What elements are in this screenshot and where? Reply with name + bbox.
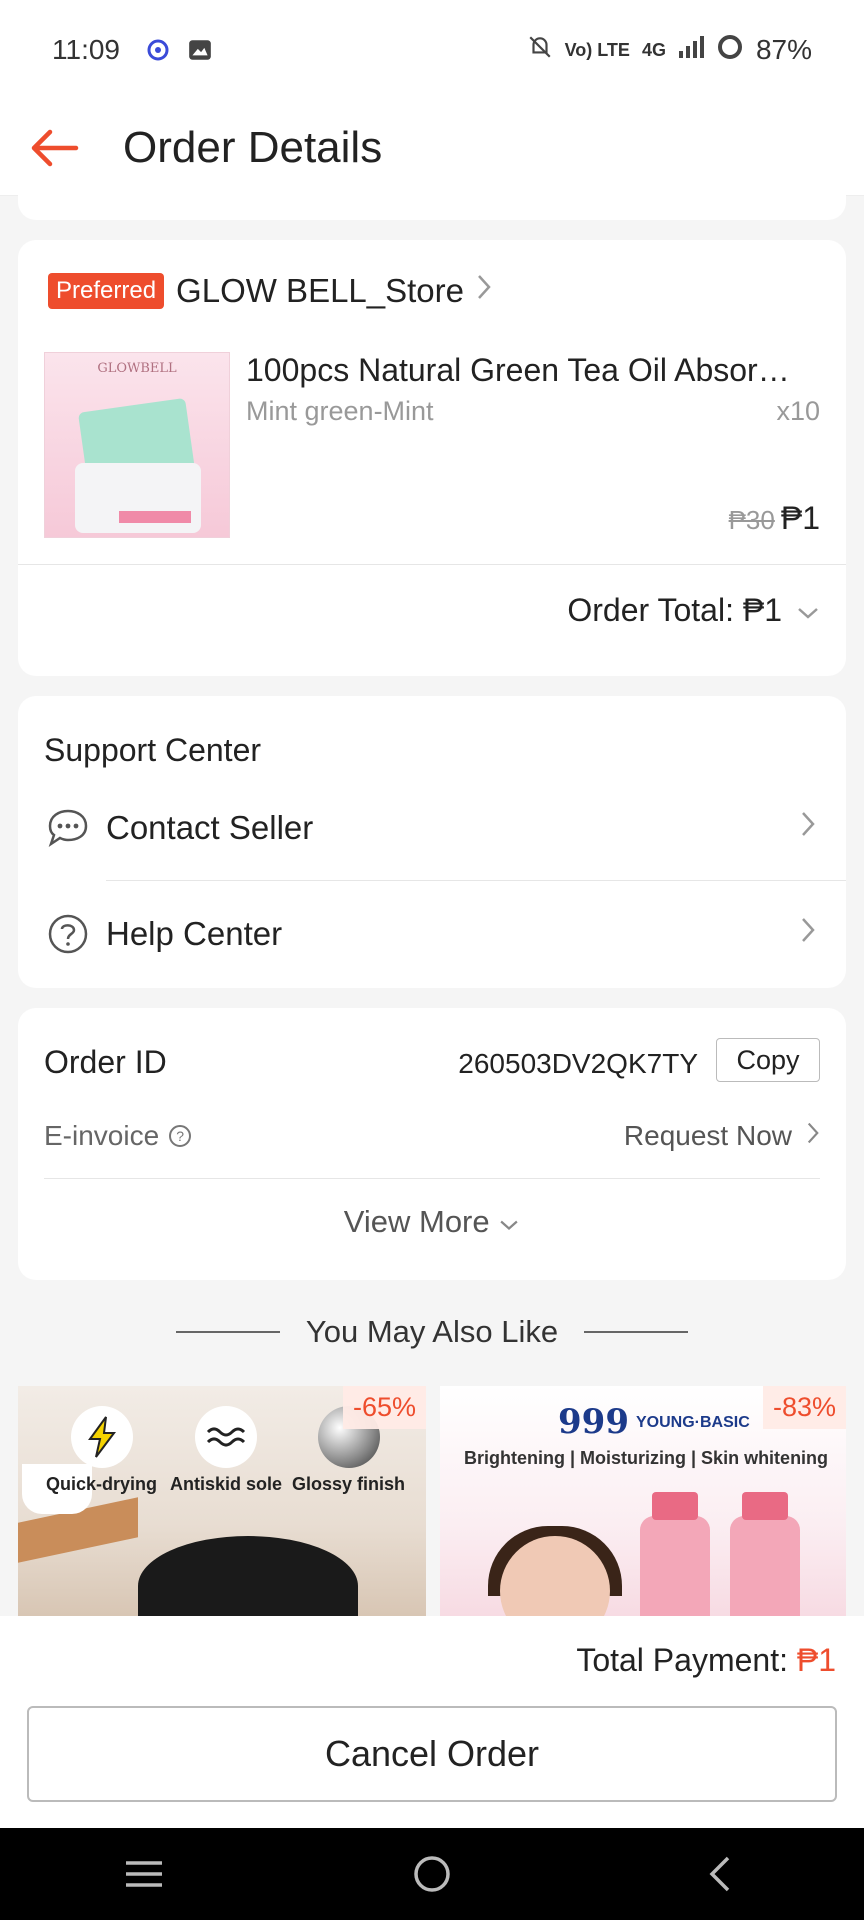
chevron-right-icon [806,1120,820,1152]
you-may-also-like-heading: You May Also Like [0,1312,864,1352]
store-name: GLOW BELL_Store [176,272,465,309]
support-center-card: Support Center Contact Seller Help Cente… [18,696,846,988]
copy-button[interactable]: Copy [716,1038,820,1082]
order-id-value: 260503DV2QK7TY [458,1048,698,1079]
divider [18,564,846,565]
bottle-cap [652,1492,698,1520]
feature-label: Quick-drying [46,1474,158,1494]
app-notification-icon [144,36,172,64]
product-image-label [119,511,191,523]
product-bottle-image [640,1492,710,1616]
mute-icon [527,34,553,67]
waves-icon [195,1406,258,1468]
request-now-label: Request Now [623,1120,792,1151]
question-icon[interactable]: ? [169,1125,192,1147]
chat-icon [44,804,92,852]
product-bottle-image [730,1492,800,1616]
preferred-badge: Preferred [48,273,165,309]
home-icon[interactable] [402,1844,462,1904]
battery-level: 87% [755,34,812,65]
support-center-title: Support Center [44,732,262,768]
divider [44,1178,820,1179]
heading-line-left [175,1331,280,1333]
total-payment: Total Payment: ₱1 [576,1642,836,1679]
divider [106,880,846,881]
chevron-right-icon [800,810,816,846]
status-bar: 11:09 Vo) LTE 4G 87% [0,0,864,100]
recommendation-card[interactable]: 999 YOUNG·BASIC Brightening | Moisturizi… [440,1386,846,1616]
order-total: Order Total: ₱1 [567,592,782,628]
feature-badge: Antiskid sole [170,1406,282,1495]
chevron-down-icon [796,592,820,629]
volte-label: Vo) LTE [564,39,630,60]
help-center-label: Help Center [106,915,283,952]
product-quantity: x10 [776,396,820,426]
product-brand: 999 [558,1402,629,1442]
lightning-icon [70,1406,133,1468]
einvoice-label: E-invoice [44,1120,160,1151]
contact-seller-row[interactable]: Contact Seller [18,780,846,876]
chevron-right-icon [476,273,492,309]
contact-seller-label: Contact Seller [106,809,314,846]
system-nav-bar [0,1828,864,1920]
view-more-button[interactable]: View More [18,1204,846,1240]
menu-icon[interactable] [114,1844,174,1904]
order-total-row[interactable]: Order Total: ₱1 [567,592,820,629]
view-more-label: View More [343,1204,490,1239]
order-item-card: Preferred GLOW BELL_Store GLOWBELL 100pc… [18,240,846,676]
gallery-icon [186,36,214,64]
previous-card [18,170,846,220]
product-image-brand: GLOWBELL [97,361,177,376]
bottle-cap [742,1492,788,1520]
help-circle-icon [44,910,92,958]
discount-badge: -65% [342,1386,426,1429]
discount-badge: -83% [762,1386,846,1429]
chevron-right-icon [800,916,816,952]
original-price: ₱30 [728,505,775,535]
product-brand-secondary: YOUNG·BASIC [636,1414,750,1431]
you-may-also-like-label: You May Also Like [305,1314,559,1349]
product-variant: Mint green-Mint [246,396,434,426]
back-icon[interactable] [690,1844,750,1904]
request-now-link[interactable]: Request Now [624,1120,820,1152]
battery-icon [716,33,744,68]
feature-label: Glossy finish [292,1474,406,1494]
product-title[interactable]: 100pcs Natural Green Tea Oil Absor… [246,352,818,389]
page-title: Order Details [123,122,383,172]
order-id-label: Order ID [44,1044,167,1080]
product-tagline: Brightening | Moisturizing | Skin whiten… [464,1448,829,1468]
total-payment-amount: ₱1 [796,1642,836,1678]
help-center-row[interactable]: Help Center [18,886,846,982]
feature-label: Antiskid sole [170,1474,283,1494]
status-time: 11:09 [52,34,120,65]
einvoice-row[interactable]: E-invoice ? [44,1120,192,1152]
current-price: ₱1 [780,500,820,536]
price-row: ₱30 ₱1 [729,500,820,537]
total-payment-label: Total Payment: [576,1642,797,1678]
back-arrow-icon [31,129,79,166]
store-row[interactable]: Preferred GLOW BELL_Store [48,272,492,310]
signal-icon [678,34,704,66]
shoe-image [138,1536,358,1616]
bottom-action-bar: Total Payment: ₱1 Cancel Order [0,1616,864,1828]
order-info-card: Order ID 260503DV2QK7TY Copy E-invoice ?… [18,1008,846,1280]
chevron-down-icon [498,1204,520,1239]
recommendation-card[interactable]: Quick-drying Antiskid sole Glossy finish… [18,1386,426,1616]
cancel-order-button[interactable]: Cancel Order [27,1706,837,1802]
feature-badge: Quick-drying [46,1406,157,1495]
network-label: 4G [641,39,666,60]
heading-line-right [584,1331,689,1333]
product-image[interactable]: GLOWBELL [44,352,230,538]
status-right: Vo) LTE 4G 87% [527,33,812,68]
